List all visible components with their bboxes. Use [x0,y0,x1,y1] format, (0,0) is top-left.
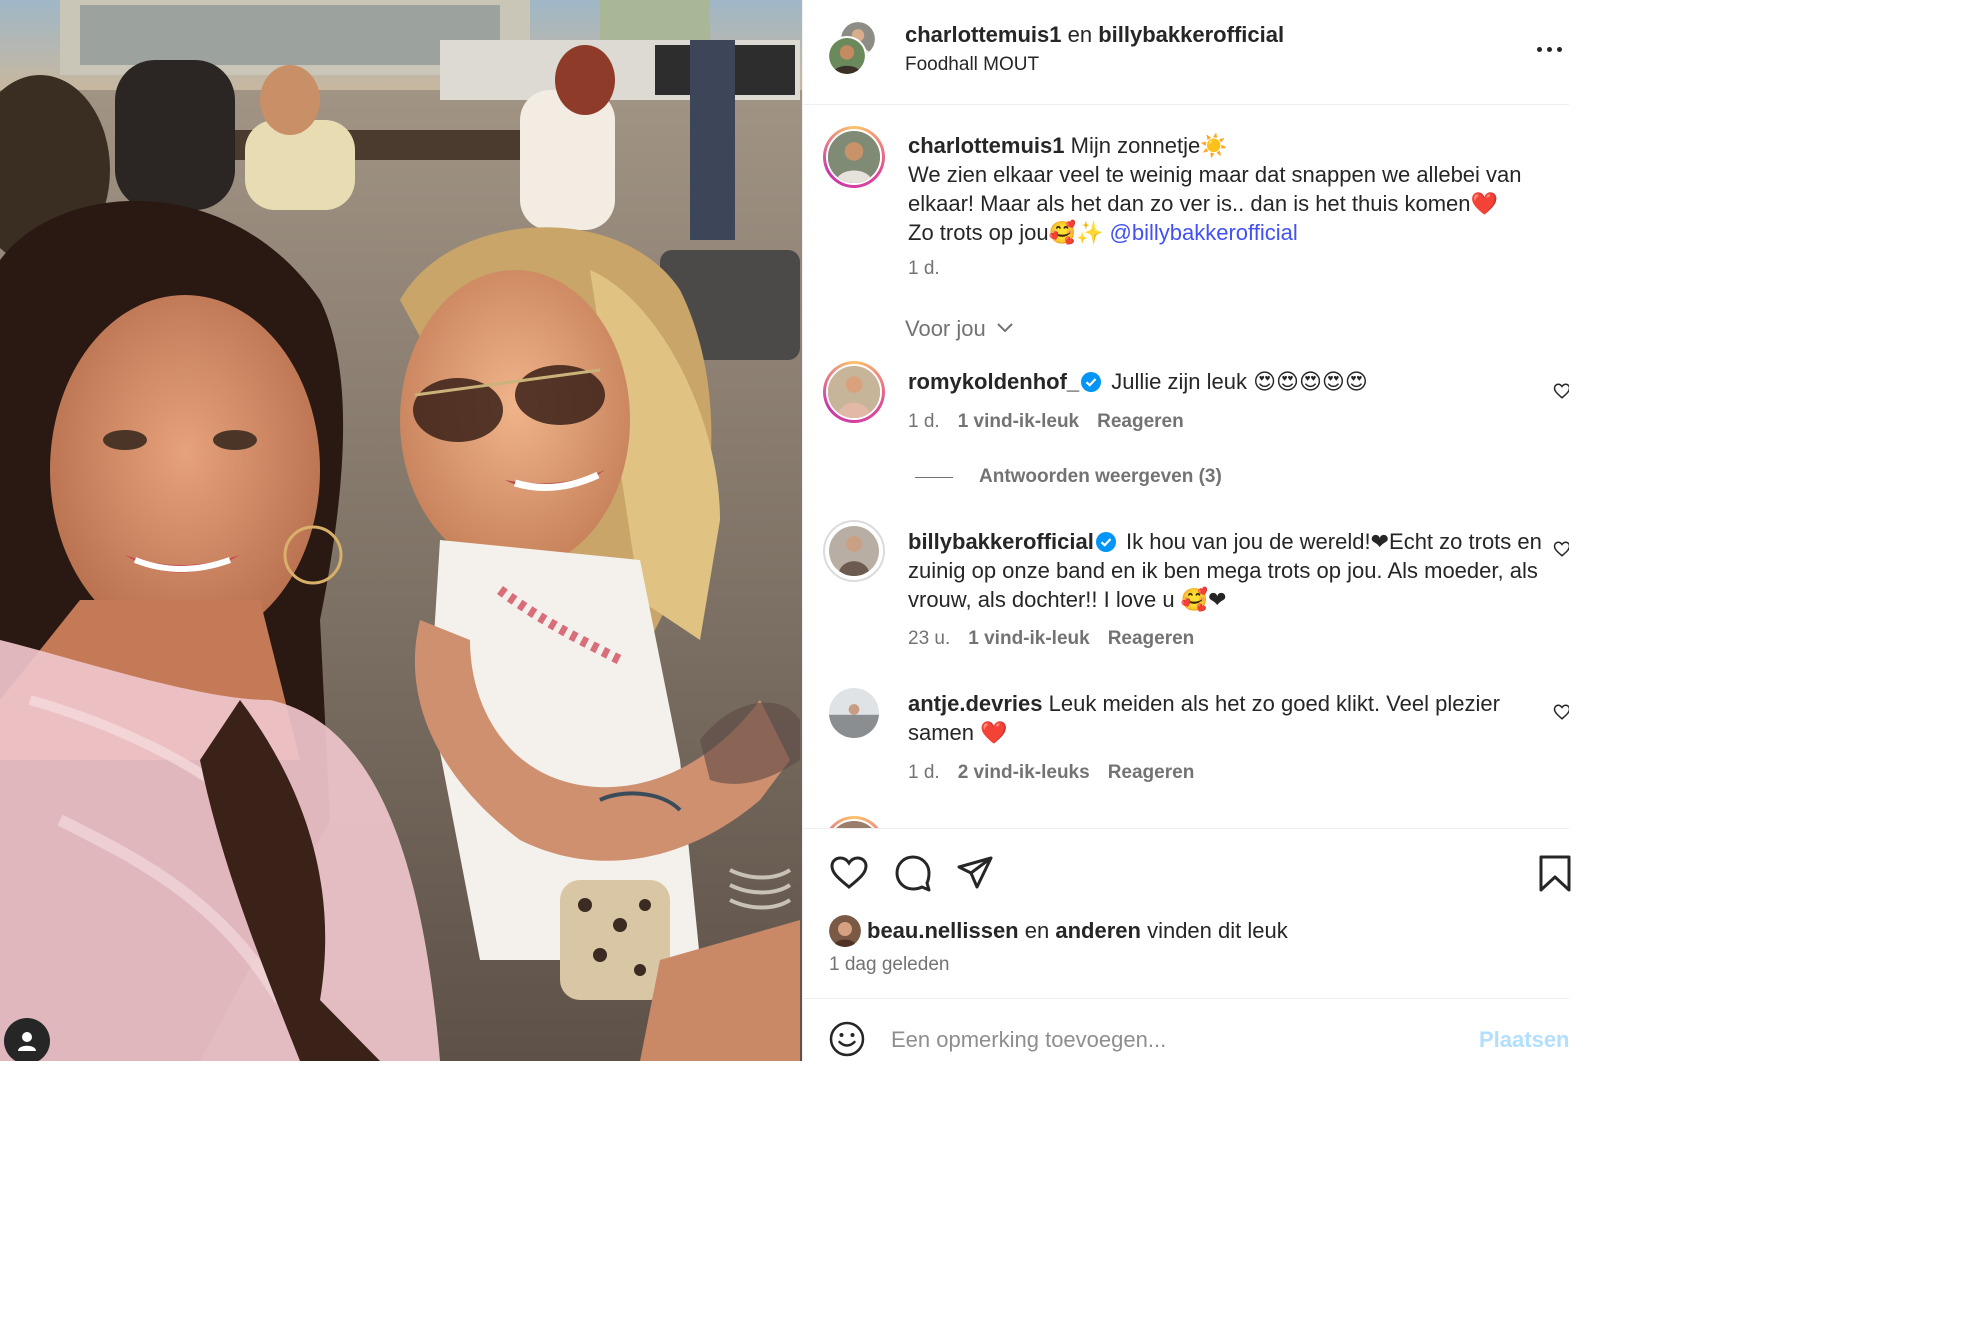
liked-by-user[interactable]: beau.nellissen [867,918,1019,944]
comment-time: 1 d. [908,762,940,783]
post-photo[interactable] [0,0,802,1061]
location-link[interactable]: Foodhall MOUT [905,52,1284,78]
caption-line3: Zo trots op jou🥰✨ [908,220,1104,245]
heart-icon[interactable] [1553,382,1569,400]
post-side-panel: charlottemuis1 en billybakkerofficial Fo… [802,0,1571,1061]
avatar[interactable] [823,126,885,188]
heart-icon[interactable] [829,853,869,893]
user-icon [18,1032,36,1051]
comment-likes[interactable]: 2 vind-ik-leuks [958,762,1090,783]
avatar[interactable] [823,816,885,828]
reply-button[interactable]: Reageren [1097,411,1184,432]
liked-by-conjunction: en [1024,918,1050,943]
comment-sort-selector[interactable]: Voor jou [905,316,1014,342]
comment-avatar-image [829,688,879,738]
heart-icon[interactable] [1553,703,1569,721]
header-conjunction: en [1067,22,1093,47]
verified-icon [1095,532,1116,552]
comment-username[interactable]: antje.devries [908,691,1043,716]
avatar[interactable] [827,686,881,740]
post-header: charlottemuis1 en billybakkerofficial Fo… [803,0,1569,105]
author-username-2[interactable]: billybakkerofficial [1098,22,1284,47]
comment-likes[interactable]: 1 vind-ik-leuk [968,628,1089,649]
view-replies-button[interactable]: Antwoorden weergeven (3) [915,466,1222,488]
share-icon[interactable] [955,853,995,893]
liked-by-others[interactable]: anderen [1055,918,1141,944]
comment-username[interactable]: romykoldenhof_ [908,369,1079,394]
avatar[interactable] [823,361,885,423]
divider [915,476,953,478]
post-comment-button[interactable]: Plaatsen [1479,1027,1570,1053]
caption-time: 1 d. [908,258,940,279]
comments-list[interactable]: charlottemuis1 Mijn zonnetje☀️ We zien e… [803,106,1569,828]
comment-avatar-image [827,524,881,578]
avatar [829,915,861,947]
caption-line2: We zien elkaar veel te weinig maar dat s… [908,162,1522,216]
selfie-image [0,0,802,1061]
chevron-down-icon [997,323,1013,333]
comment: romykoldenhof_ Jullie zijn leuk 😍😍😍😍😍 [908,367,1558,396]
comment: billybakkerofficial Ik hou van jou de we… [908,527,1558,614]
author-username-1[interactable]: charlottemuis1 [905,22,1062,47]
caption-line1: Mijn zonnetje☀️ [1070,133,1228,158]
caption-username[interactable]: charlottemuis1 [908,133,1065,158]
comment-username[interactable]: billybakkerofficial [908,529,1094,554]
comment-avatar-image [826,364,882,420]
comment-text: Jullie zijn leuk 😍😍😍😍😍 [1111,369,1368,394]
heart-icon[interactable] [1553,540,1569,558]
action-bar: beau.nellissen en anderen vinden dit leu… [803,828,1571,998]
caption-avatar-image [826,129,882,185]
more-icon[interactable] [1537,34,1567,64]
reply-button[interactable]: Reageren [1108,762,1195,783]
caption: charlottemuis1 Mijn zonnetje☀️ We zien e… [908,131,1558,247]
comment-time: 1 d. [908,411,940,432]
smiley-icon[interactable] [829,1021,865,1057]
comment-icon[interactable] [893,853,933,893]
comment: antje.devries Leuk meiden als het zo goe… [908,689,1558,747]
tagged-users-button[interactable] [4,1018,50,1061]
comment-input[interactable] [891,1027,1451,1053]
avatar[interactable] [823,520,885,582]
comment-time: 23 u. [908,628,951,649]
bookmark-icon[interactable] [1535,853,1575,893]
comment-avatar-image [826,819,882,828]
comment-sort-label: Voor jou [905,316,986,341]
author-avatars[interactable] [825,20,885,80]
comment-meta: 1 d. 2 vind-ik-leuks Reageren [908,762,1194,784]
view-replies-label: Antwoorden weergeven (3) [979,466,1222,487]
post-date: 1 dag geleden [829,954,950,975]
add-comment-bar: Plaatsen [803,998,1570,1061]
comment-meta: 1 d. 1 vind-ik-leuk Reageren [908,411,1184,433]
comment-meta: 23 u. 1 vind-ik-leuk Reageren [908,628,1194,650]
verified-icon [1081,372,1102,392]
liked-by[interactable]: beau.nellissen en anderen vinden dit leu… [829,915,1288,947]
comment-likes[interactable]: 1 vind-ik-leuk [958,411,1079,432]
caption-mention[interactable]: @billybakkerofficial [1110,220,1298,245]
avatar [827,36,867,76]
reply-button[interactable]: Reageren [1108,628,1195,649]
liked-by-suffix: vinden dit leuk [1147,918,1288,943]
